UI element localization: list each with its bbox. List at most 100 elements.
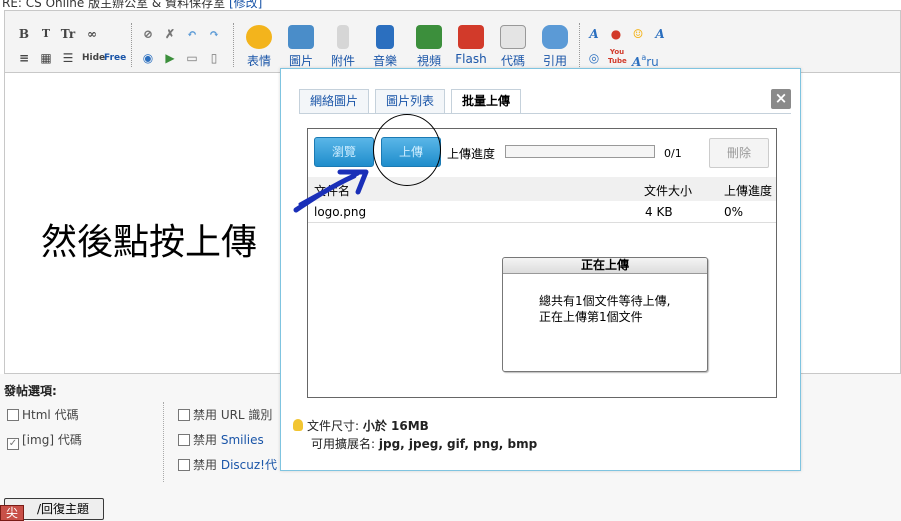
tab-image-list[interactable]: 圖片列表 bbox=[375, 89, 446, 113]
font-a-sub-icon[interactable]: A bbox=[651, 25, 669, 43]
align-left-icon[interactable]: ≡ bbox=[15, 49, 33, 67]
close-icon[interactable]: × bbox=[771, 89, 791, 109]
disable-url-option[interactable]: 禁用 URL 識別 bbox=[178, 406, 272, 423]
emoji-icon[interactable]: ☺ bbox=[629, 25, 647, 43]
smilies-link[interactable]: Smilies bbox=[221, 433, 264, 447]
post-options-title: 發帖選項: bbox=[4, 384, 57, 398]
tab-batch-upload[interactable]: 批量上傳 bbox=[451, 89, 522, 114]
code-button[interactable]: 代碼 bbox=[493, 25, 533, 69]
disable-discuz-option[interactable]: 禁用 Discuz!代 bbox=[178, 456, 277, 473]
quote-label: 引用 bbox=[542, 54, 567, 68]
disable-url-label: 禁用 URL 識別 bbox=[193, 408, 273, 422]
post-title: RE: CS Online 版主辦公室 & 資料保存室 bbox=[2, 0, 226, 10]
link-icon[interactable]: ∞ bbox=[83, 25, 101, 43]
disable-url-checkbox[interactable] bbox=[178, 409, 190, 421]
insert-media-icon[interactable]: ◉ bbox=[139, 49, 157, 67]
flash-label: Flash bbox=[455, 52, 487, 66]
upload-progress-count: 0/1 bbox=[664, 147, 682, 160]
undo-icon[interactable]: ↶ bbox=[183, 25, 201, 43]
editor-content: 然後點按上傳 bbox=[41, 222, 258, 263]
music-note-icon bbox=[376, 25, 394, 49]
row-filesize: 4 KB bbox=[645, 205, 673, 219]
emoticon-label: 表情 bbox=[246, 54, 271, 68]
smiley-icon bbox=[246, 25, 272, 49]
redo-icon[interactable]: ↷ bbox=[205, 25, 223, 43]
header-progress: 上傳進度 bbox=[724, 184, 773, 198]
table-row[interactable]: logo.png 4 KB 0% bbox=[308, 201, 776, 223]
delete-button[interactable]: 刪除 bbox=[709, 138, 769, 168]
picture-icon bbox=[288, 25, 314, 49]
toolbar-divider bbox=[131, 23, 132, 67]
flash-icon bbox=[458, 25, 484, 49]
image-upload-dialog: 網絡圖片 圖片列表 批量上傳 × 瀏覽 上傳 上傳進度 0/1 刪除 文件名 文… bbox=[280, 68, 801, 471]
picture-button[interactable]: 圖片 bbox=[281, 25, 321, 69]
size-value: 小於 16MB bbox=[362, 419, 429, 433]
img-code-label: [img] 代碼 bbox=[22, 433, 82, 447]
page-icon[interactable]: ▭ bbox=[183, 49, 201, 67]
img-code-option[interactable]: ✓ [img] 代碼 bbox=[7, 431, 82, 450]
disable-smilies-prefix: 禁用 bbox=[193, 433, 221, 447]
disable-discuz-prefix: 禁用 bbox=[193, 458, 221, 472]
annotation-arrow-icon bbox=[293, 169, 369, 213]
status-line-2: 正在上傳第1個文件 bbox=[539, 310, 643, 324]
list-icon[interactable]: ☰ bbox=[59, 49, 77, 67]
upload-progress-bar bbox=[505, 145, 655, 158]
html-code-label: Html 代碼 bbox=[22, 408, 79, 422]
editor-toolbar: B T Tr ∞ ≡ ▦ ☰ Hide Free ⊘ ✗ ↶ ↷ ◉ ▶ ▭ ▯… bbox=[4, 10, 901, 72]
annotation-circle bbox=[373, 114, 441, 186]
remove-format-icon[interactable]: ✗ bbox=[161, 25, 179, 43]
ruby-button[interactable]: Aaru bbox=[631, 49, 667, 69]
document-icon[interactable]: ▯ bbox=[205, 49, 223, 67]
status-title: 正在上傳 bbox=[503, 258, 707, 274]
youtube-icon[interactable]: You Tube bbox=[607, 47, 627, 65]
post-title-line: RE: CS Online 版主辦公室 & 資料保存室 [修改] bbox=[2, 0, 262, 10]
ext-value: jpg, jpeg, gif, png, bmp bbox=[378, 437, 538, 451]
lightbulb-icon bbox=[293, 419, 303, 431]
toolbar-divider bbox=[233, 23, 234, 67]
free-button[interactable]: Free bbox=[103, 49, 126, 67]
disable-smilies-checkbox[interactable] bbox=[178, 434, 190, 446]
upload-info: 文件尺寸: 小於 16MB 可用擴展名: jpg, jpeg, gif, png… bbox=[293, 417, 537, 453]
music-button[interactable]: 音樂 bbox=[365, 25, 405, 69]
unlink-icon[interactable]: ⊘ bbox=[139, 25, 157, 43]
upload-status-box: 正在上傳 總共有1個文件等待上傳, 正在上傳第1個文件 bbox=[502, 257, 708, 372]
extensions-info: 可用擴展名: jpg, jpeg, gif, png, bmp bbox=[293, 435, 537, 453]
html-code-checkbox[interactable] bbox=[7, 409, 19, 421]
attachment-label: 附件 bbox=[330, 54, 355, 68]
paperclip-icon bbox=[337, 25, 349, 49]
bold-button[interactable]: B bbox=[15, 25, 33, 43]
tab-web-image[interactable]: 網絡圖片 bbox=[299, 89, 370, 113]
toolbar-divider bbox=[579, 23, 580, 67]
ext-label: 可用擴展名: bbox=[311, 437, 379, 451]
video-button[interactable]: 視頻 bbox=[409, 25, 449, 69]
hide-button[interactable]: Hide bbox=[81, 49, 105, 67]
html-code-option[interactable]: Html 代碼 bbox=[7, 406, 79, 423]
table-icon[interactable]: ▦ bbox=[37, 49, 55, 67]
edit-link[interactable]: [修改] bbox=[229, 0, 262, 10]
disable-discuz-checkbox[interactable] bbox=[178, 459, 190, 471]
rm-icon[interactable]: ◎ bbox=[585, 49, 603, 67]
attachment-button[interactable]: 附件 bbox=[323, 25, 363, 69]
status-line-1: 總共有1個文件等待上傳, bbox=[539, 294, 671, 308]
font-size-button[interactable]: Tr bbox=[59, 25, 77, 43]
img-code-checkbox[interactable]: ✓ bbox=[7, 438, 19, 450]
quote-icon bbox=[542, 25, 568, 49]
ruby-label: ru bbox=[646, 55, 659, 69]
file-table-header: 文件名 文件大小 上傳進度 bbox=[308, 177, 776, 201]
quote-button[interactable]: 引用 bbox=[535, 25, 575, 69]
media-icon[interactable]: ● bbox=[607, 25, 625, 43]
font-a-icon[interactable]: A bbox=[585, 25, 603, 43]
emoticon-button[interactable]: 表情 bbox=[239, 25, 279, 69]
options-divider bbox=[163, 402, 164, 482]
font-color-button[interactable]: T bbox=[37, 25, 55, 43]
disable-smilies-option[interactable]: 禁用 Smilies bbox=[178, 431, 264, 448]
code-label: 代碼 bbox=[500, 54, 525, 68]
video-icon bbox=[416, 25, 442, 49]
play-icon[interactable]: ▶ bbox=[161, 49, 179, 67]
flash-button[interactable]: Flash bbox=[451, 25, 491, 69]
browse-button[interactable]: 瀏覽 bbox=[314, 137, 374, 167]
discuz-link[interactable]: Discuz!代 bbox=[221, 458, 277, 472]
upload-progress-label: 上傳進度 bbox=[447, 147, 496, 161]
tabs-underline bbox=[299, 113, 791, 114]
file-size-info: 文件尺寸: 小於 16MB bbox=[293, 417, 537, 435]
